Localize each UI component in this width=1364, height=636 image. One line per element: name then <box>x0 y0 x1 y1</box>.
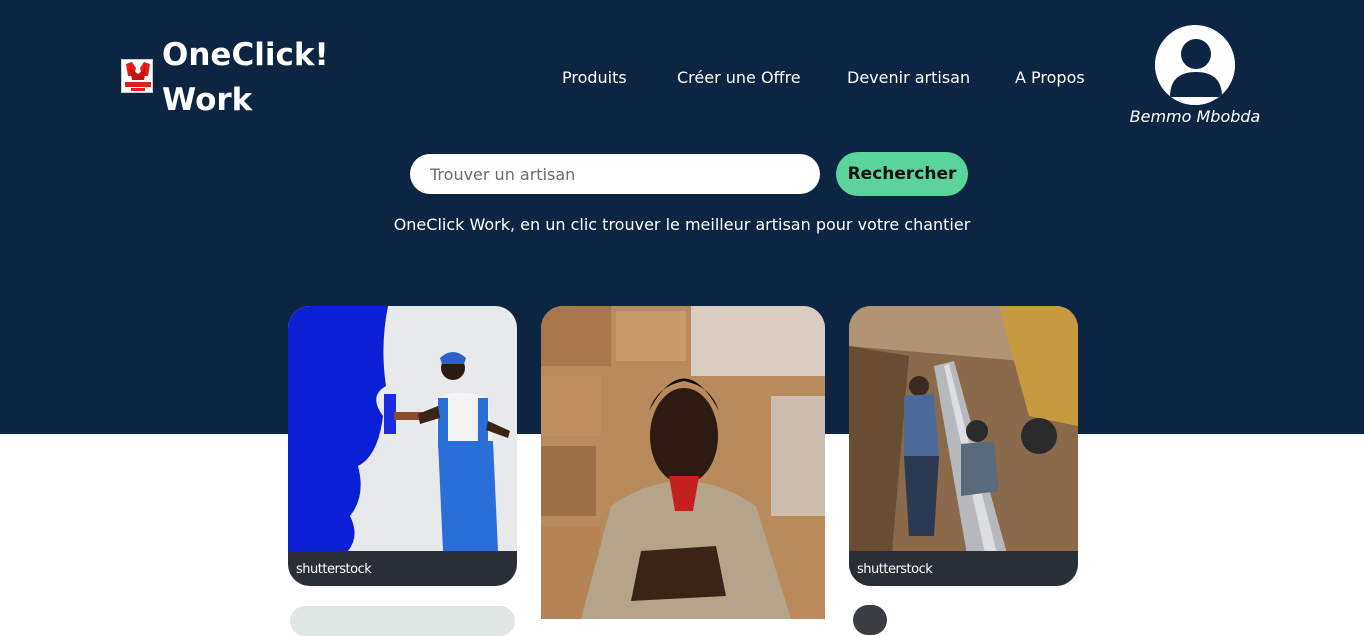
search-input[interactable] <box>410 154 820 194</box>
user-name[interactable]: Bemmo Mbobda <box>1120 107 1270 126</box>
nav-item-a-propos[interactable]: A Propos <box>1015 68 1085 87</box>
nav-item-devenir-artisan[interactable]: Devenir artisan <box>847 68 970 87</box>
nav-item-creer-offre[interactable]: Créer une Offre <box>677 68 801 87</box>
welder-image <box>849 306 1078 586</box>
search-button[interactable]: Rechercher <box>836 152 968 196</box>
brand-line-2: Work <box>162 82 253 118</box>
artisan-card-mason[interactable] <box>541 306 825 619</box>
user-icon <box>1155 25 1235 105</box>
brand-name[interactable]: OneClick! Work <box>162 33 362 123</box>
watermark-bar: shutterstock <box>849 551 1078 586</box>
artisan-card-partial-left[interactable] <box>290 606 515 636</box>
watermark-text: shutterstock <box>296 562 372 577</box>
tagline: OneClick Work, en un clic trouver le mei… <box>393 215 971 234</box>
brand-line-1: OneClick! <box>162 37 329 73</box>
user-avatar[interactable] <box>1155 25 1235 105</box>
artisan-card-partial-right[interactable] <box>853 605 887 635</box>
brand-logo[interactable] <box>121 59 153 93</box>
watermark-text: shutterstock <box>857 562 933 577</box>
artisan-card-painter[interactable]: shutterstock <box>288 306 517 586</box>
nav-item-produits[interactable]: Produits <box>562 68 627 87</box>
watermark-bar: shutterstock <box>288 551 517 586</box>
mason-image <box>541 306 825 619</box>
painter-image <box>288 306 517 586</box>
artisan-card-welder[interactable]: shutterstock <box>849 306 1078 586</box>
